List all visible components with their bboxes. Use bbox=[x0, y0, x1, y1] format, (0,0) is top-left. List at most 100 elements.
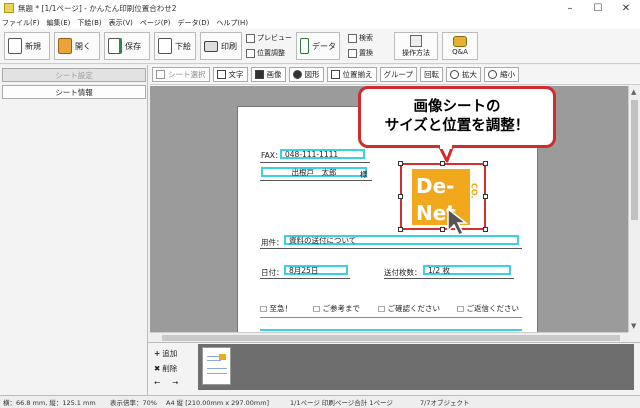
menu-edit[interactable]: 編集(E) bbox=[47, 18, 71, 28]
align-button[interactable]: 位置揃え bbox=[326, 67, 377, 82]
sheet-select-label: シート選択 bbox=[168, 70, 206, 79]
page-thumbnail-panel: + 追加 ✖ 削除 ← → bbox=[148, 342, 640, 395]
group-label: グループ bbox=[383, 70, 414, 79]
menu-file[interactable]: ファイル(F) bbox=[2, 18, 40, 28]
resize-handle-bl[interactable] bbox=[398, 227, 403, 232]
sheet-info-tab[interactable]: シート情報 bbox=[2, 85, 146, 99]
text-tool-button[interactable]: 文字 bbox=[212, 67, 248, 82]
thumbnail-strip bbox=[198, 344, 634, 390]
image-tool-icon bbox=[254, 70, 264, 79]
image-tool-label: 画像 bbox=[266, 70, 282, 79]
vertical-scrollbar[interactable]: ▲ ▼ bbox=[628, 86, 640, 332]
open-label: 開く bbox=[75, 41, 91, 51]
object-toolbar: シート選択 文字 画像 図形 位置揃え グループ 回転 拡大 縮小 bbox=[150, 65, 640, 85]
add-page-button[interactable]: + 追加 bbox=[154, 348, 177, 359]
horizontal-scroll-thumb[interactable] bbox=[162, 335, 620, 341]
title-bar: 無題 * [1/1ページ] - かんたん印刷位置合わせ2 – ☐ ✕ bbox=[0, 0, 640, 16]
recipient-name-field[interactable]: 出根戸 太郎 bbox=[261, 167, 367, 177]
check-reply: □ ご返信ください bbox=[457, 304, 519, 313]
left-arrow-icon: ← bbox=[154, 378, 161, 387]
prev-page-button[interactable]: ← bbox=[154, 378, 160, 387]
vertical-scroll-thumb[interactable] bbox=[631, 100, 638, 220]
search-icon bbox=[348, 33, 357, 43]
replace-button[interactable]: 置換 bbox=[348, 47, 373, 59]
sheet-select-button[interactable]: シート選択 bbox=[152, 67, 210, 82]
pages-field[interactable]: 1/2 枚 bbox=[423, 265, 511, 275]
date-field[interactable]: 8月25日 bbox=[284, 265, 348, 275]
fax-underline bbox=[260, 162, 370, 163]
thumb-line bbox=[207, 360, 221, 361]
search-button[interactable]: 検索 bbox=[348, 32, 373, 44]
save-button[interactable]: 保存 bbox=[104, 32, 150, 60]
name-underline bbox=[260, 180, 372, 181]
shape-tool-label: 図形 bbox=[304, 70, 320, 79]
resize-handle-tr[interactable] bbox=[483, 161, 488, 166]
print-button[interactable]: 印刷 bbox=[200, 32, 242, 60]
howto-button[interactable]: 操作方法 bbox=[394, 32, 438, 60]
status-page-info: 1/1ページ 印刷ページ合計 1ページ bbox=[290, 399, 393, 407]
check-urgent: □ 至急！ bbox=[260, 304, 292, 313]
delete-page-button[interactable]: ✖ 削除 bbox=[154, 363, 177, 374]
new-document-icon bbox=[8, 38, 22, 54]
group-button[interactable]: グループ bbox=[379, 67, 418, 82]
callout-annotation: 画像シートの サイズと位置を調整！ bbox=[358, 86, 556, 148]
menu-underlay[interactable]: 下絵(B) bbox=[77, 18, 101, 28]
thumb-logo bbox=[219, 354, 226, 360]
zoom-out-button[interactable]: 縮小 bbox=[484, 67, 520, 82]
subject-field[interactable]: 資料の送付について bbox=[284, 235, 519, 245]
scroll-up-icon[interactable]: ▲ bbox=[631, 88, 636, 96]
zoom-in-label: 拡大 bbox=[462, 70, 478, 79]
status-zoom: 表示倍率：70% bbox=[110, 399, 157, 407]
printer-icon bbox=[204, 40, 218, 52]
maximize-button[interactable]: ☐ bbox=[584, 0, 612, 16]
shape-tool-button[interactable]: 図形 bbox=[288, 67, 324, 82]
resize-handle-br[interactable] bbox=[483, 227, 488, 232]
menu-page[interactable]: ページ(P) bbox=[140, 18, 171, 28]
align-icon bbox=[330, 70, 340, 79]
minimize-button[interactable]: – bbox=[556, 0, 584, 16]
shape-tool-icon bbox=[292, 70, 302, 79]
preview-label: プレビュー bbox=[257, 34, 292, 42]
date-label: 日付： bbox=[261, 268, 284, 277]
delete-icon: ✖ bbox=[154, 364, 161, 373]
rotate-button[interactable]: 回転 bbox=[420, 67, 444, 82]
callout-line-1: 画像シートの bbox=[413, 99, 501, 115]
zoom-out-label: 縮小 bbox=[500, 70, 516, 79]
editing-canvas[interactable]: FAX： 048-111-1111 出根戸 太郎 様 De- Net CO. 用… bbox=[150, 86, 628, 332]
qa-button[interactable]: Q&A bbox=[442, 32, 478, 60]
resize-handle-r[interactable] bbox=[483, 194, 488, 199]
plus-icon: + bbox=[154, 349, 161, 358]
logo-image-sheet[interactable]: De- Net CO. bbox=[398, 161, 488, 232]
menu-help[interactable]: ヘルプ(H) bbox=[216, 18, 248, 28]
pages-label: 送付枚数： bbox=[384, 268, 422, 277]
status-paper: A4 縦 [210.00mm x 297.00mm] bbox=[166, 399, 270, 407]
zoom-in-icon bbox=[450, 70, 460, 79]
underlay-button[interactable]: 下絵 bbox=[154, 32, 196, 60]
horizontal-scrollbar[interactable] bbox=[150, 332, 628, 342]
resize-handle-l[interactable] bbox=[398, 194, 403, 199]
zoom-in-button[interactable]: 拡大 bbox=[446, 67, 482, 82]
page-thumbnail[interactable] bbox=[202, 347, 231, 385]
menu-data[interactable]: データ(D) bbox=[177, 18, 209, 28]
image-tool-button[interactable]: 画像 bbox=[250, 67, 286, 82]
side-panel: シート設定 シート情報 bbox=[0, 65, 148, 395]
resize-handle-tl[interactable] bbox=[398, 161, 403, 166]
right-arrow-icon: → bbox=[172, 378, 179, 387]
data-button[interactable]: データ bbox=[296, 32, 340, 60]
print-label: 印刷 bbox=[221, 41, 237, 51]
open-button[interactable]: 開く bbox=[54, 32, 100, 60]
position-adjust-button[interactable]: 位置調整 bbox=[246, 47, 285, 59]
zoom-out-icon bbox=[488, 70, 498, 79]
next-page-button[interactable]: → bbox=[172, 378, 178, 387]
scroll-down-icon[interactable]: ▼ bbox=[631, 322, 636, 330]
menu-view[interactable]: 表示(V) bbox=[109, 18, 133, 28]
save-label: 保存 bbox=[125, 41, 141, 51]
preview-button[interactable]: プレビュー bbox=[246, 32, 292, 44]
fax-field[interactable]: 048-111-1111 bbox=[280, 149, 365, 159]
sheet-settings-tab[interactable]: シート設定 bbox=[2, 68, 146, 82]
new-button[interactable]: 新規 bbox=[4, 32, 50, 60]
data-table-icon bbox=[300, 38, 309, 54]
resize-handle-b[interactable] bbox=[440, 227, 445, 232]
close-button[interactable]: ✕ bbox=[612, 0, 640, 16]
position-adjust-label: 位置調整 bbox=[257, 49, 285, 57]
